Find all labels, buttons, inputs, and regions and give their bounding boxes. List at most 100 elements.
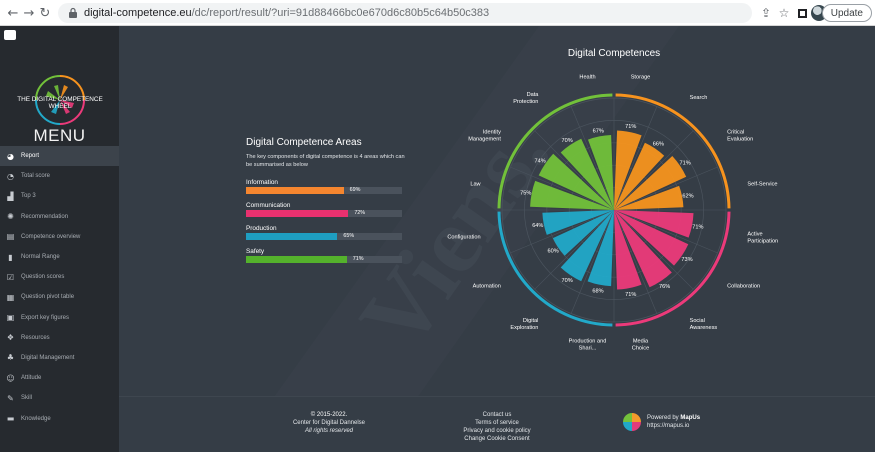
gauge-icon: ◔ <box>7 171 14 181</box>
main-content: Viens. Digital Competence Areas The key … <box>119 26 875 452</box>
category-label-line: Choice <box>632 345 649 351</box>
cubes-icon: ❖ <box>6 333 15 343</box>
book-icon: ▬ <box>6 414 15 424</box>
area-bar-value: 71% <box>352 256 364 262</box>
bar-value-label: 67% <box>593 129 604 135</box>
bar-value-label: 70% <box>561 278 572 284</box>
area-bar-fill <box>246 233 338 240</box>
address-bar[interactable]: digital-competence.eu/dc/report/result/?… <box>58 3 752 23</box>
bar-value-label: 76% <box>659 284 670 290</box>
terms-link[interactable]: Terms of service <box>437 419 557 427</box>
category-label: Configuration <box>447 235 480 241</box>
category-label: Search <box>690 95 708 101</box>
menu-item-recommendation[interactable]: ✺ Recommendation <box>0 207 119 227</box>
category-label: Digital Exploration <box>510 318 538 331</box>
category-label: Media Choice <box>632 338 649 351</box>
area-label: Information <box>246 179 278 186</box>
menu-item-label: Recommendation <box>21 213 69 220</box>
menu-item-question-scores[interactable]: ☑ Question scores <box>0 267 119 287</box>
menu-item-label: Question scores <box>21 274 65 281</box>
area-bar-fill <box>246 187 344 194</box>
menu-item-label: Question pivot table <box>21 294 75 301</box>
logo-text-line1: THE DIGITAL COMPETENCE <box>17 96 103 103</box>
menu-item-resources[interactable]: ❖ Resources <box>0 328 119 348</box>
contact-link[interactable]: Contact us <box>437 411 557 419</box>
url-host: digital-competence.eu <box>84 7 192 19</box>
wrench-icon: ✎ <box>7 393 14 403</box>
bar-value-label: 62% <box>682 193 693 199</box>
menu-item-attitude[interactable]: ☺ Attitude <box>0 368 119 388</box>
menu-item-knowledge[interactable]: ▬ Knowledge <box>0 408 119 428</box>
bar-value-label: 70% <box>561 138 572 144</box>
sidepanel-icon[interactable] <box>795 6 809 20</box>
area-label: Communication <box>246 202 291 209</box>
bar-value-label: 74% <box>534 159 545 165</box>
category-label-line: Exploration <box>510 325 538 331</box>
logo-text-line2: WHEEL <box>49 103 72 110</box>
update-button[interactable]: Update <box>821 4 872 22</box>
star-icon[interactable]: ☆ <box>777 6 791 20</box>
category-label: Critical Evaluation <box>727 129 753 142</box>
menu-item-report[interactable]: ◕ Report <box>0 146 119 167</box>
menu-item-competence-overview[interactable]: ▤ Competence overview <box>0 227 119 247</box>
menu-item-export-key-figures[interactable]: ▣ Export key figures <box>0 308 119 328</box>
areas-description: The key components of digital competence… <box>246 154 405 168</box>
powered-brand: MapUs <box>680 415 701 421</box>
category-label-line: Production and <box>569 338 607 344</box>
compass-icon: ✺ <box>7 212 14 222</box>
category-label: Automation <box>473 284 501 290</box>
share-icon[interactable]: ⇪ <box>759 6 773 20</box>
area-bar-value: 72% <box>354 210 366 216</box>
bar-value-label: 68% <box>592 289 603 295</box>
menu-item-label: Attitude <box>21 375 42 382</box>
menu-item-digital-management[interactable]: ♣ Digital Management <box>0 348 119 368</box>
menu-item-label: Skill <box>21 395 33 402</box>
menu-item-total-score[interactable]: ◔ Total score <box>0 166 119 186</box>
menu-item-top-3[interactable]: ▟ Top 3 <box>0 186 119 206</box>
competence-areas-panel: Digital Competence Areas The key compone… <box>246 137 406 271</box>
menu-item-label: Report <box>21 153 40 160</box>
area-row-information: Information 69% <box>246 179 406 194</box>
rights-text: All rights reserved <box>304 428 354 434</box>
privacy-link[interactable]: Privacy and cookie policy <box>437 427 557 435</box>
bar-value-label: 71% <box>625 292 636 298</box>
category-label-line: Shari... <box>579 345 597 351</box>
category-label: Data Protection <box>513 92 539 105</box>
user-icon[interactable] <box>4 30 16 40</box>
menu-item-skill[interactable]: ✎ Skill <box>0 388 119 408</box>
area-row-communication: Communication 72% <box>246 202 406 217</box>
reload-icon[interactable]: ↻ <box>36 4 54 22</box>
bar-value-label: 64% <box>532 223 543 229</box>
menu-list: ◕ Report ◔ Total score ▟ Top 3 ✺ Recommendation… <box>0 146 119 429</box>
area-row-production: Production 65% <box>246 225 406 240</box>
category-label: Self-Service <box>747 182 777 188</box>
category-label: Active Participation <box>747 232 778 245</box>
cookie-consent-link[interactable]: Change Cookie Consent <box>437 435 557 443</box>
area-bar-value: 69% <box>349 187 361 193</box>
menu-item-question-pivot-table[interactable]: ▦ Question pivot table <box>0 287 119 307</box>
area-label: Safety <box>246 248 265 255</box>
category-label: Identity Management <box>468 129 501 142</box>
category-label-line: Management <box>468 136 501 142</box>
menu-item-label: Top 3 <box>21 193 36 200</box>
bar-value-label: 73% <box>681 257 692 263</box>
category-label-line: Social <box>690 318 705 324</box>
menu-item-normal-range[interactable]: ▮ Normal Range <box>0 247 119 267</box>
sidebar: THE DIGITAL COMPETENCE WHEEL MENU ◕ Repor… <box>0 26 119 452</box>
menu-item-label: Resources <box>21 334 50 341</box>
bar-value-label: 75% <box>520 190 531 196</box>
chart-title: Digital Competences <box>568 48 660 59</box>
area-bar-track: 72% <box>246 210 402 217</box>
podium-icon: ▟ <box>7 191 14 201</box>
table-icon: ▦ <box>6 292 15 302</box>
menu-item-label: Export key figures <box>21 314 70 321</box>
powered-by[interactable]: Powered by MapUs https://mapus.io <box>623 413 700 431</box>
footer: © 2015-2022. Center for Digital Dannelse… <box>119 396 875 452</box>
menu-item-label: Normal Range <box>21 254 60 261</box>
bar-value-label: 71% <box>625 124 636 130</box>
menu-item-label: Total score <box>21 173 51 180</box>
category-label: Law <box>470 182 481 188</box>
category-label-line: Data <box>527 92 540 98</box>
file-icon: ▣ <box>6 313 15 323</box>
url-path: /dc/report/result/?uri=91d88466bc0e670d6… <box>191 7 490 19</box>
